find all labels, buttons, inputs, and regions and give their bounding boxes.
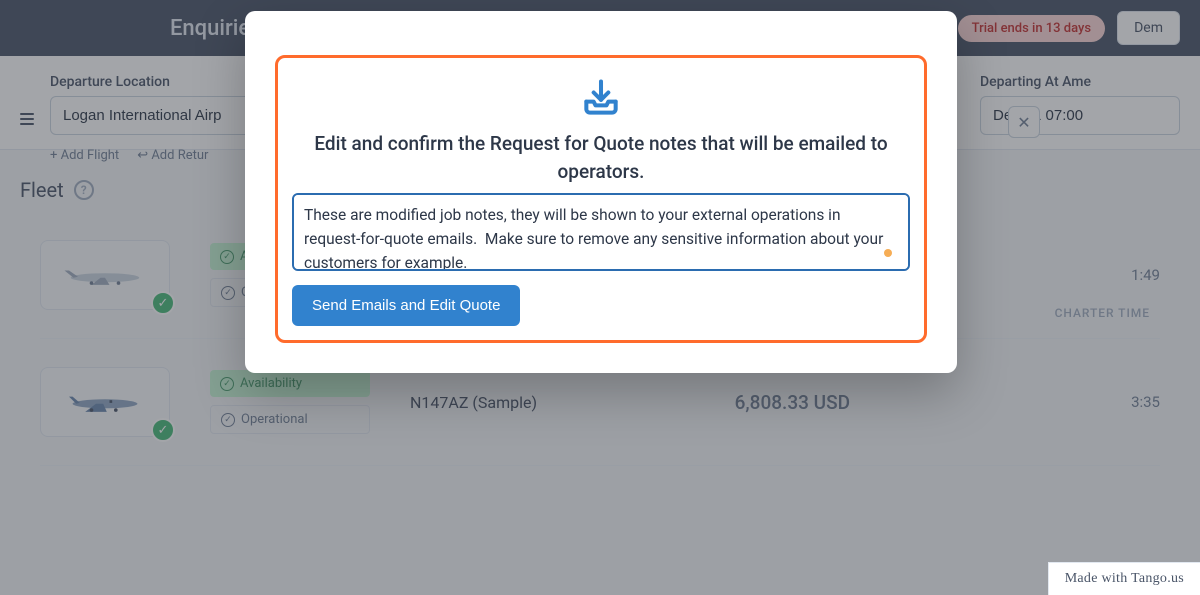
send-emails-button[interactable]: Send Emails and Edit Quote xyxy=(292,285,520,326)
modal-heading: Edit and confirm the Request for Quote n… xyxy=(292,130,910,185)
watermark: Made with Tango.us xyxy=(1048,562,1200,595)
rfq-modal: Edit and confirm the Request for Quote n… xyxy=(245,11,957,373)
inbox-icon xyxy=(292,76,910,120)
notes-textarea[interactable] xyxy=(292,193,910,271)
notes-wrapper xyxy=(292,193,910,275)
highlight-region: Edit and confirm the Request for Quote n… xyxy=(275,55,927,343)
